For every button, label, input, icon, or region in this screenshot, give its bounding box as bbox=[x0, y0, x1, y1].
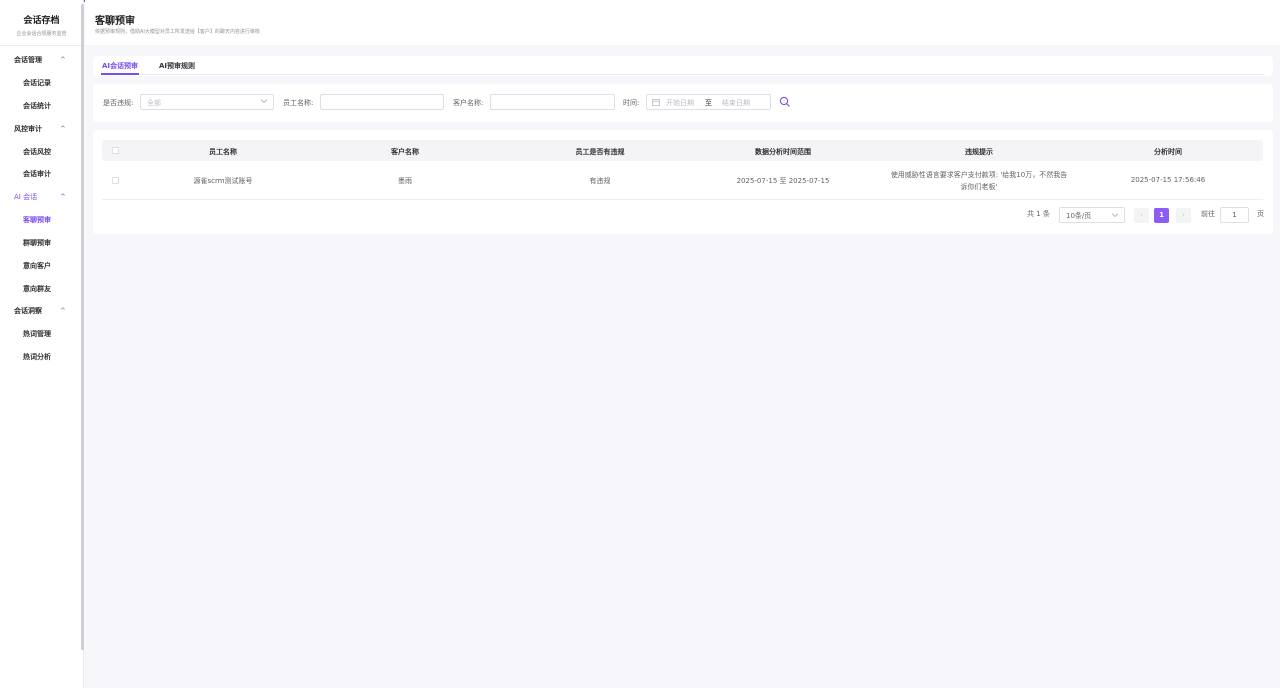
chevron-up-icon: ^ bbox=[60, 124, 66, 133]
page-size-value: 10条/页 bbox=[1066, 212, 1092, 220]
cell-employee: 源雀scrm测试账号 bbox=[193, 177, 253, 185]
start-date-input[interactable]: 开始日期 bbox=[666, 98, 694, 108]
cell-range: 2025-07-15 至 2025-07-15 bbox=[736, 177, 830, 185]
filter-bar: 是否违规: 全部 员工名称: 客户名称: 时间: 开始日期 至 结束日期 bbox=[93, 84, 1273, 122]
cell-violation: 有违规 bbox=[589, 177, 611, 185]
sidebar-item-customer-precheck[interactable]: 客聊预审 bbox=[0, 209, 83, 232]
sidebar-item-session-stats[interactable]: 会话统计 bbox=[0, 95, 83, 118]
sidebar-scrollbar[interactable] bbox=[81, 4, 84, 650]
time-label: 时间: bbox=[623, 99, 640, 107]
table-row[interactable]: 源雀scrm测试账号 墨雨 有违规 2025-07-15 至 2025-07-1… bbox=[102, 163, 1263, 200]
cell-customer: 墨雨 bbox=[398, 177, 412, 185]
menu-group-risk-audit[interactable]: 风控审计 ^ bbox=[0, 118, 83, 141]
column-header-customer: 客户名称 bbox=[391, 148, 419, 156]
active-tab-indicator bbox=[101, 73, 139, 75]
prev-page-button[interactable]: ‹ bbox=[1134, 208, 1149, 223]
chevron-down-icon bbox=[260, 98, 268, 106]
sidebar-item-hotword-analysis[interactable]: 热词分析 bbox=[0, 346, 83, 369]
page-description: 依据预审规则，借助AI大模型对员工所发送给【客户】的聊天内容进行审核 bbox=[95, 29, 260, 35]
sidebar-item-session-audit[interactable]: 会话审计 bbox=[0, 163, 83, 186]
page-header: 客聊预审 依据预审规则，借助AI大模型对员工所发送给【客户】的聊天内容进行审核 bbox=[85, 0, 1280, 45]
column-header-violation: 员工是否有违规 bbox=[575, 148, 625, 156]
select-all-checkbox[interactable] bbox=[112, 147, 119, 154]
table-header: 员工名称 客户名称 员工是否有违规 数据分析时间范围 违规提示 分析时间 bbox=[102, 140, 1263, 161]
goto-page-input[interactable]: 1 bbox=[1220, 207, 1249, 223]
calendar-icon bbox=[652, 98, 660, 108]
sidebar-brand: 会话存档 企业会话合规服务监管 bbox=[0, 0, 83, 46]
tab-ai-precheck-rules[interactable]: AI预审规则 bbox=[159, 61, 195, 71]
search-icon bbox=[779, 96, 790, 107]
customer-name-input[interactable] bbox=[490, 94, 615, 110]
column-header-hint: 违规提示 bbox=[965, 148, 993, 156]
violation-label: 是否违规: bbox=[103, 99, 134, 107]
chevron-up-icon: ^ bbox=[60, 193, 66, 202]
column-header-employee: 员工名称 bbox=[209, 148, 237, 156]
employee-name-input[interactable] bbox=[320, 94, 444, 110]
next-page-button[interactable]: › bbox=[1176, 208, 1191, 223]
search-button[interactable] bbox=[779, 96, 791, 108]
page-suffix: 页 bbox=[1257, 210, 1264, 218]
brand-title: 会话存档 bbox=[23, 16, 60, 26]
menu-group-label: 会话管理 bbox=[14, 56, 42, 64]
row-checkbox[interactable] bbox=[112, 177, 119, 184]
chevron-up-icon: ^ bbox=[60, 307, 66, 316]
chevron-up-icon: ^ bbox=[60, 56, 66, 64]
chevron-down-icon bbox=[1111, 212, 1119, 220]
sidebar-item-intent-customers[interactable]: 意向客户 bbox=[0, 255, 83, 278]
column-header-analysis-time: 分析时间 bbox=[1154, 148, 1182, 156]
tabs-divider bbox=[101, 74, 1265, 75]
tabs-bar: AI会话预审 AI预审规则 bbox=[93, 56, 1273, 76]
menu-group-label: 风控审计 bbox=[14, 124, 42, 133]
sidebar-item-group-precheck[interactable]: 群聊预审 bbox=[0, 232, 83, 255]
menu-group-label: AI 会话 bbox=[14, 193, 38, 202]
cell-analysis-time: 2025-07-15 17:56:46 bbox=[1130, 176, 1206, 184]
sidebar-item-session-risk[interactable]: 会话风控 bbox=[0, 141, 83, 164]
goto-label: 前往 bbox=[1201, 210, 1215, 218]
page-size-select[interactable]: 10条/页 bbox=[1059, 207, 1125, 223]
violation-select[interactable]: 全部 bbox=[140, 94, 274, 110]
sidebar-item-hotword-management[interactable]: 热词管理 bbox=[0, 323, 83, 346]
customer-label: 客户名称: bbox=[453, 99, 484, 107]
sidebar-item-session-records[interactable]: 会话记录 bbox=[0, 72, 83, 95]
end-date-input[interactable]: 结束日期 bbox=[722, 98, 750, 108]
menu-group-session-management[interactable]: 会话管理 ^ bbox=[0, 49, 83, 72]
violation-select-value: 全部 bbox=[147, 99, 161, 107]
cell-hint: 使用威胁性语言要求客户支付款项: '给我10万，不然我告诉你们老板' bbox=[890, 171, 1068, 191]
menu-group-label: 会话洞察 bbox=[14, 307, 42, 316]
results-table-card: 员工名称 客户名称 员工是否有违规 数据分析时间范围 违规提示 分析时间 源雀s… bbox=[93, 130, 1273, 234]
sidebar: 会话存档 企业会话合规服务监管 会话管理 ^ 会话记录 会话统计 风控审计 ^ … bbox=[0, 0, 84, 688]
column-header-range: 数据分析时间范围 bbox=[755, 148, 811, 156]
page-button-current[interactable]: 1 bbox=[1154, 208, 1169, 223]
date-range-separator: 至 bbox=[705, 99, 712, 107]
date-range-picker[interactable]: 开始日期 至 结束日期 bbox=[646, 94, 771, 110]
menu-group-ai-session[interactable]: AI 会话 ^ bbox=[0, 186, 83, 209]
page-title: 客聊预审 bbox=[95, 16, 135, 27]
pagination-total: 共 1 条 bbox=[1027, 210, 1050, 218]
employee-label: 员工名称: bbox=[283, 99, 314, 107]
menu-group-session-insight[interactable]: 会话洞察 ^ bbox=[0, 300, 83, 323]
tab-ai-session-precheck[interactable]: AI会话预审 bbox=[102, 61, 138, 71]
sidebar-item-intent-group-members[interactable]: 意向群友 bbox=[0, 278, 83, 301]
brand-subtitle: 企业会话合规服务监管 bbox=[16, 31, 67, 37]
